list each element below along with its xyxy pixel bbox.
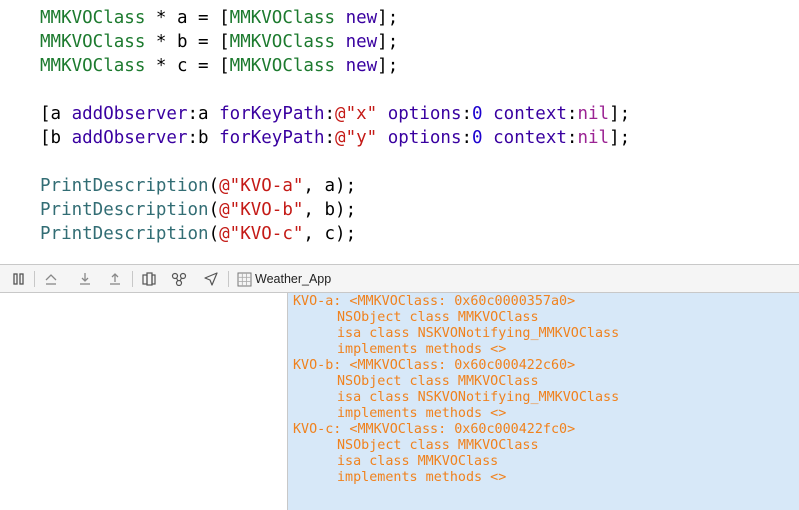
console-output[interactable]: KVO-a: <MMKVOClass: 0x60c0000357a0> NSObj…	[288, 293, 799, 510]
console-line: NSObject class MMKVOClass	[337, 438, 539, 453]
code-token: :	[566, 128, 578, 148]
code-token: ];	[377, 32, 399, 52]
code-token: MMKVOClass	[40, 32, 146, 52]
simulate-location-icon[interactable]	[202, 270, 220, 288]
code-token: (	[208, 224, 220, 244]
code-token: new	[345, 32, 378, 52]
code-token: @"KVO-a"	[219, 176, 304, 196]
code-line: [b addObserver:b forKeyPath:@"y" options…	[40, 126, 630, 150]
step-into-icon[interactable]	[76, 270, 94, 288]
code-token: 0	[472, 104, 483, 124]
code-line: MMKVOClass * c = [MMKVOClass new];	[40, 54, 398, 78]
code-line: [a addObserver:a forKeyPath:@"x" options…	[40, 102, 630, 126]
view-hierarchy-icon[interactable]	[140, 270, 158, 288]
console-line: isa class MMKVOClass	[337, 454, 499, 469]
code-token: :a	[187, 104, 220, 124]
variables-view[interactable]	[0, 293, 287, 510]
toolbar-separator	[132, 271, 133, 287]
console-line: implements methods <>	[337, 406, 507, 421]
code-token: forKeyPath	[219, 128, 325, 148]
code-token: :b	[187, 128, 220, 148]
target-app-label[interactable]: Weather_App	[255, 265, 331, 293]
code-token: (	[208, 200, 220, 220]
console-line: NSObject class MMKVOClass	[337, 310, 539, 325]
code-token: :	[566, 104, 578, 124]
code-line: PrintDescription(@"KVO-b", b);	[40, 198, 356, 222]
code-token: MMKVOClass	[40, 8, 146, 28]
code-token: options	[387, 104, 462, 124]
console-line: KVO-a: <MMKVOClass: 0x60c0000357a0>	[293, 294, 576, 309]
console-line: isa class NSKVONotifying_MMKVOClass	[337, 390, 620, 405]
code-line: MMKVOClass * a = [MMKVOClass new];	[40, 6, 398, 30]
code-editor[interactable]: MMKVOClass * a = [MMKVOClass new]; MMKVOC…	[0, 0, 799, 264]
code-line: PrintDescription(@"KVO-a", a);	[40, 174, 356, 198]
hide-debug-area-icon[interactable]	[10, 270, 28, 288]
console-line: implements methods <>	[337, 342, 507, 357]
code-token: nil	[577, 128, 610, 148]
code-token: ];	[609, 104, 631, 124]
debug-toolbar: Weather_App	[0, 264, 799, 293]
step-over-icon[interactable]	[42, 270, 60, 288]
console-line: NSObject class MMKVOClass	[337, 374, 539, 389]
code-token: , c);	[303, 224, 357, 244]
code-token: , b);	[303, 200, 357, 220]
code-token: @"KVO-c"	[219, 224, 304, 244]
code-token: nil	[577, 104, 610, 124]
code-token: 0	[472, 128, 483, 148]
code-token: * c = [	[145, 56, 230, 76]
code-token: :	[324, 104, 336, 124]
console-line: isa class NSKVONotifying_MMKVOClass	[337, 326, 620, 341]
code-token: context	[493, 104, 567, 124]
code-token: MMKVOClass	[229, 32, 336, 52]
code-token: new	[345, 56, 378, 76]
code-token: * a = [	[145, 8, 230, 28]
code-token: new	[345, 8, 378, 28]
code-token: options	[387, 128, 462, 148]
code-token: addObserver	[71, 128, 188, 148]
memory-graph-icon[interactable]	[170, 270, 188, 288]
code-token: ];	[609, 128, 631, 148]
code-token: context	[493, 128, 567, 148]
code-token: ];	[377, 56, 399, 76]
toolbar-separator	[228, 271, 229, 287]
code-token: @"x"	[335, 104, 378, 124]
toolbar-separator	[34, 271, 35, 287]
code-token: [a	[40, 104, 72, 124]
code-token: @"KVO-b"	[219, 200, 304, 220]
code-token: :	[461, 128, 473, 148]
code-token: :	[461, 104, 473, 124]
code-token: @"y"	[335, 128, 378, 148]
code-token: PrintDescription	[40, 200, 209, 220]
code-token: PrintDescription	[40, 176, 209, 196]
code-token: (	[208, 176, 220, 196]
code-token: addObserver	[71, 104, 188, 124]
code-token: PrintDescription	[40, 224, 209, 244]
console-line: KVO-c: <MMKVOClass: 0x60c000422fc0>	[293, 422, 576, 437]
code-token: forKeyPath	[219, 104, 325, 124]
code-line: MMKVOClass * b = [MMKVOClass new];	[40, 30, 398, 54]
code-line: PrintDescription(@"KVO-c", c);	[40, 222, 356, 246]
code-token: ];	[377, 8, 399, 28]
target-app-icon[interactable]	[235, 270, 253, 288]
code-token: :	[324, 128, 336, 148]
code-token: [b	[40, 128, 72, 148]
code-token: MMKVOClass	[40, 56, 146, 76]
console-line: implements methods <>	[337, 470, 507, 485]
code-token: , a);	[303, 176, 357, 196]
code-token: MMKVOClass	[229, 56, 336, 76]
step-out-icon[interactable]	[106, 270, 124, 288]
console-line: KVO-b: <MMKVOClass: 0x60c000422c60>	[293, 358, 576, 373]
code-token: MMKVOClass	[229, 8, 336, 28]
code-token: * b = [	[145, 32, 230, 52]
